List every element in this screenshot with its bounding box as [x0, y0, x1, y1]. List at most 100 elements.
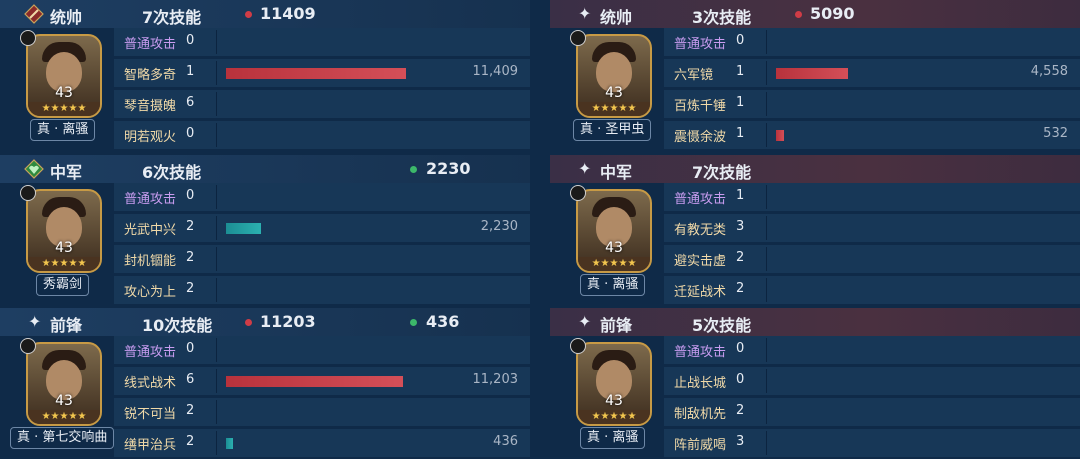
- row-divider: [216, 61, 217, 85]
- skill-contribution-value: 2,230: [480, 219, 518, 234]
- damage-total: 5090: [810, 4, 855, 23]
- skill-name: 普通攻击: [674, 192, 727, 207]
- skill-row: 普通攻击 0: [114, 336, 530, 364]
- bond-badge-icon: [570, 185, 586, 201]
- bond-badge-icon: [20, 185, 36, 201]
- skill-name: 智略多奇: [124, 68, 177, 83]
- role-label: 前锋: [50, 316, 83, 335]
- skill-name: 阵前威喝: [674, 438, 727, 453]
- row-divider: [216, 247, 217, 271]
- skill-name: 迁延战术: [674, 285, 727, 300]
- hero-level: 43: [605, 85, 623, 101]
- role-label: 前锋: [600, 316, 633, 335]
- skill-name: 六军镜: [674, 68, 714, 83]
- skill-cast-count: 2: [186, 281, 195, 296]
- skill-row: 普通攻击 0: [664, 336, 1080, 364]
- skill-row: 智略多奇 1 11,409: [114, 59, 530, 87]
- panel-header: ✦ 前锋 5次技能: [550, 308, 1080, 336]
- hero-level: 43: [605, 393, 623, 409]
- skill-contribution-value: 11,203: [472, 372, 519, 387]
- role-label: 统帅: [600, 8, 633, 27]
- skill-name: 普通攻击: [124, 192, 177, 207]
- skill-name: 普通攻击: [674, 37, 727, 52]
- skill-row: 普通攻击 1: [664, 183, 1080, 211]
- row-divider: [766, 216, 767, 240]
- row-divider: [766, 92, 767, 116]
- skill-cast-count: 0: [736, 372, 745, 387]
- skill-row: 普通攻击 0: [114, 28, 530, 56]
- row-divider: [766, 123, 767, 147]
- hero-portrait[interactable]: 43 ★★★★★: [576, 342, 652, 426]
- row-divider: [766, 61, 767, 85]
- skill-cast-count: 3: [736, 219, 745, 234]
- skill-name: 明若观火: [124, 130, 177, 145]
- skill-count: 10次技能: [142, 316, 213, 335]
- hero-panel-2: ✦ 统帅 3次技能 5090 43 ★★★★★ 真 · 圣甲虫 普通攻击 0 六军镜 1 4,558 百…: [550, 0, 1080, 150]
- skill-cast-count: 0: [736, 341, 745, 356]
- bond-badge-icon: [570, 338, 586, 354]
- hero-name: 真 · 离骚: [30, 119, 96, 141]
- heal-total: 436: [426, 312, 460, 331]
- skill-count: 7次技能: [692, 163, 752, 182]
- damage-total: 11409: [260, 4, 316, 23]
- row-divider: [216, 123, 217, 147]
- skill-contribution-value: 436: [493, 434, 518, 449]
- skill-row: 阵前威喝 3: [664, 429, 1080, 457]
- skill-row: 明若观火 0: [114, 121, 530, 149]
- skill-row: 攻心为上 2: [114, 276, 530, 304]
- skill-cast-count: 1: [736, 95, 745, 110]
- skill-name: 震慑余波: [674, 130, 727, 145]
- role-label: 中军: [600, 163, 633, 182]
- skill-contribution-bar: [776, 130, 784, 141]
- hero-stars: ★★★★★: [28, 410, 100, 424]
- skill-count: 7次技能: [142, 8, 202, 27]
- skill-cast-count: 1: [736, 126, 745, 141]
- hero-level: 43: [55, 240, 73, 256]
- skill-cast-count: 1: [736, 188, 745, 203]
- damage-total: 11203: [260, 312, 316, 331]
- skill-count: 6次技能: [142, 163, 202, 182]
- skill-contribution-bar: [226, 376, 403, 387]
- skill-name: 止战长城: [674, 376, 727, 391]
- row-divider: [766, 431, 767, 455]
- hero-portrait[interactable]: 43 ★★★★★: [26, 342, 102, 426]
- skill-count: 3次技能: [692, 8, 752, 27]
- hero-name: 真 · 离骚: [580, 274, 646, 296]
- panel-header: ✦ 中军 7次技能: [550, 155, 1080, 183]
- skill-row: 线式战术 6 11,203: [114, 367, 530, 395]
- skill-row: 百炼千锤 1: [664, 90, 1080, 118]
- damage-dot-icon: [245, 11, 252, 18]
- hero-portrait[interactable]: 43 ★★★★★: [26, 189, 102, 273]
- skill-count: 5次技能: [692, 316, 752, 335]
- row-divider: [766, 30, 767, 54]
- skill-contribution-value: 11,409: [472, 64, 519, 79]
- skill-row: 避实击虚 2: [664, 245, 1080, 273]
- row-divider: [216, 185, 217, 209]
- row-divider: [216, 369, 217, 393]
- row-divider: [766, 369, 767, 393]
- skill-row: 止战长城 0: [664, 367, 1080, 395]
- heal-total: 2230: [426, 159, 471, 178]
- sparkle-icon: ✦: [28, 312, 42, 331]
- skill-cast-count: 2: [736, 403, 745, 418]
- row-divider: [216, 338, 217, 362]
- hero-portrait[interactable]: 43 ★★★★★: [576, 189, 652, 273]
- skill-cast-count: 1: [186, 64, 195, 79]
- panel-header: ✦ 统帅 3次技能 5090: [550, 0, 1080, 28]
- skill-row: 缮甲治兵 2 436: [114, 429, 530, 457]
- hero-level: 43: [55, 85, 73, 101]
- damage-dot-icon: [245, 319, 252, 326]
- bond-badge-icon: [570, 30, 586, 46]
- damage-dot-icon: [795, 11, 802, 18]
- skill-contribution-value: 4,558: [1030, 64, 1068, 79]
- bond-badge-icon: [20, 30, 36, 46]
- panel-header: 中军 6次技能 2230: [0, 155, 530, 183]
- skill-name: 避实击虚: [674, 254, 727, 269]
- row-divider: [766, 338, 767, 362]
- hero-portrait[interactable]: 43 ★★★★★: [26, 34, 102, 118]
- skill-contribution-bar: [226, 223, 261, 234]
- hero-portrait[interactable]: 43 ★★★★★: [576, 34, 652, 118]
- skill-row: 普通攻击 0: [114, 183, 530, 211]
- skill-name: 有教无类: [674, 223, 727, 238]
- hero-stars: ★★★★★: [578, 102, 650, 116]
